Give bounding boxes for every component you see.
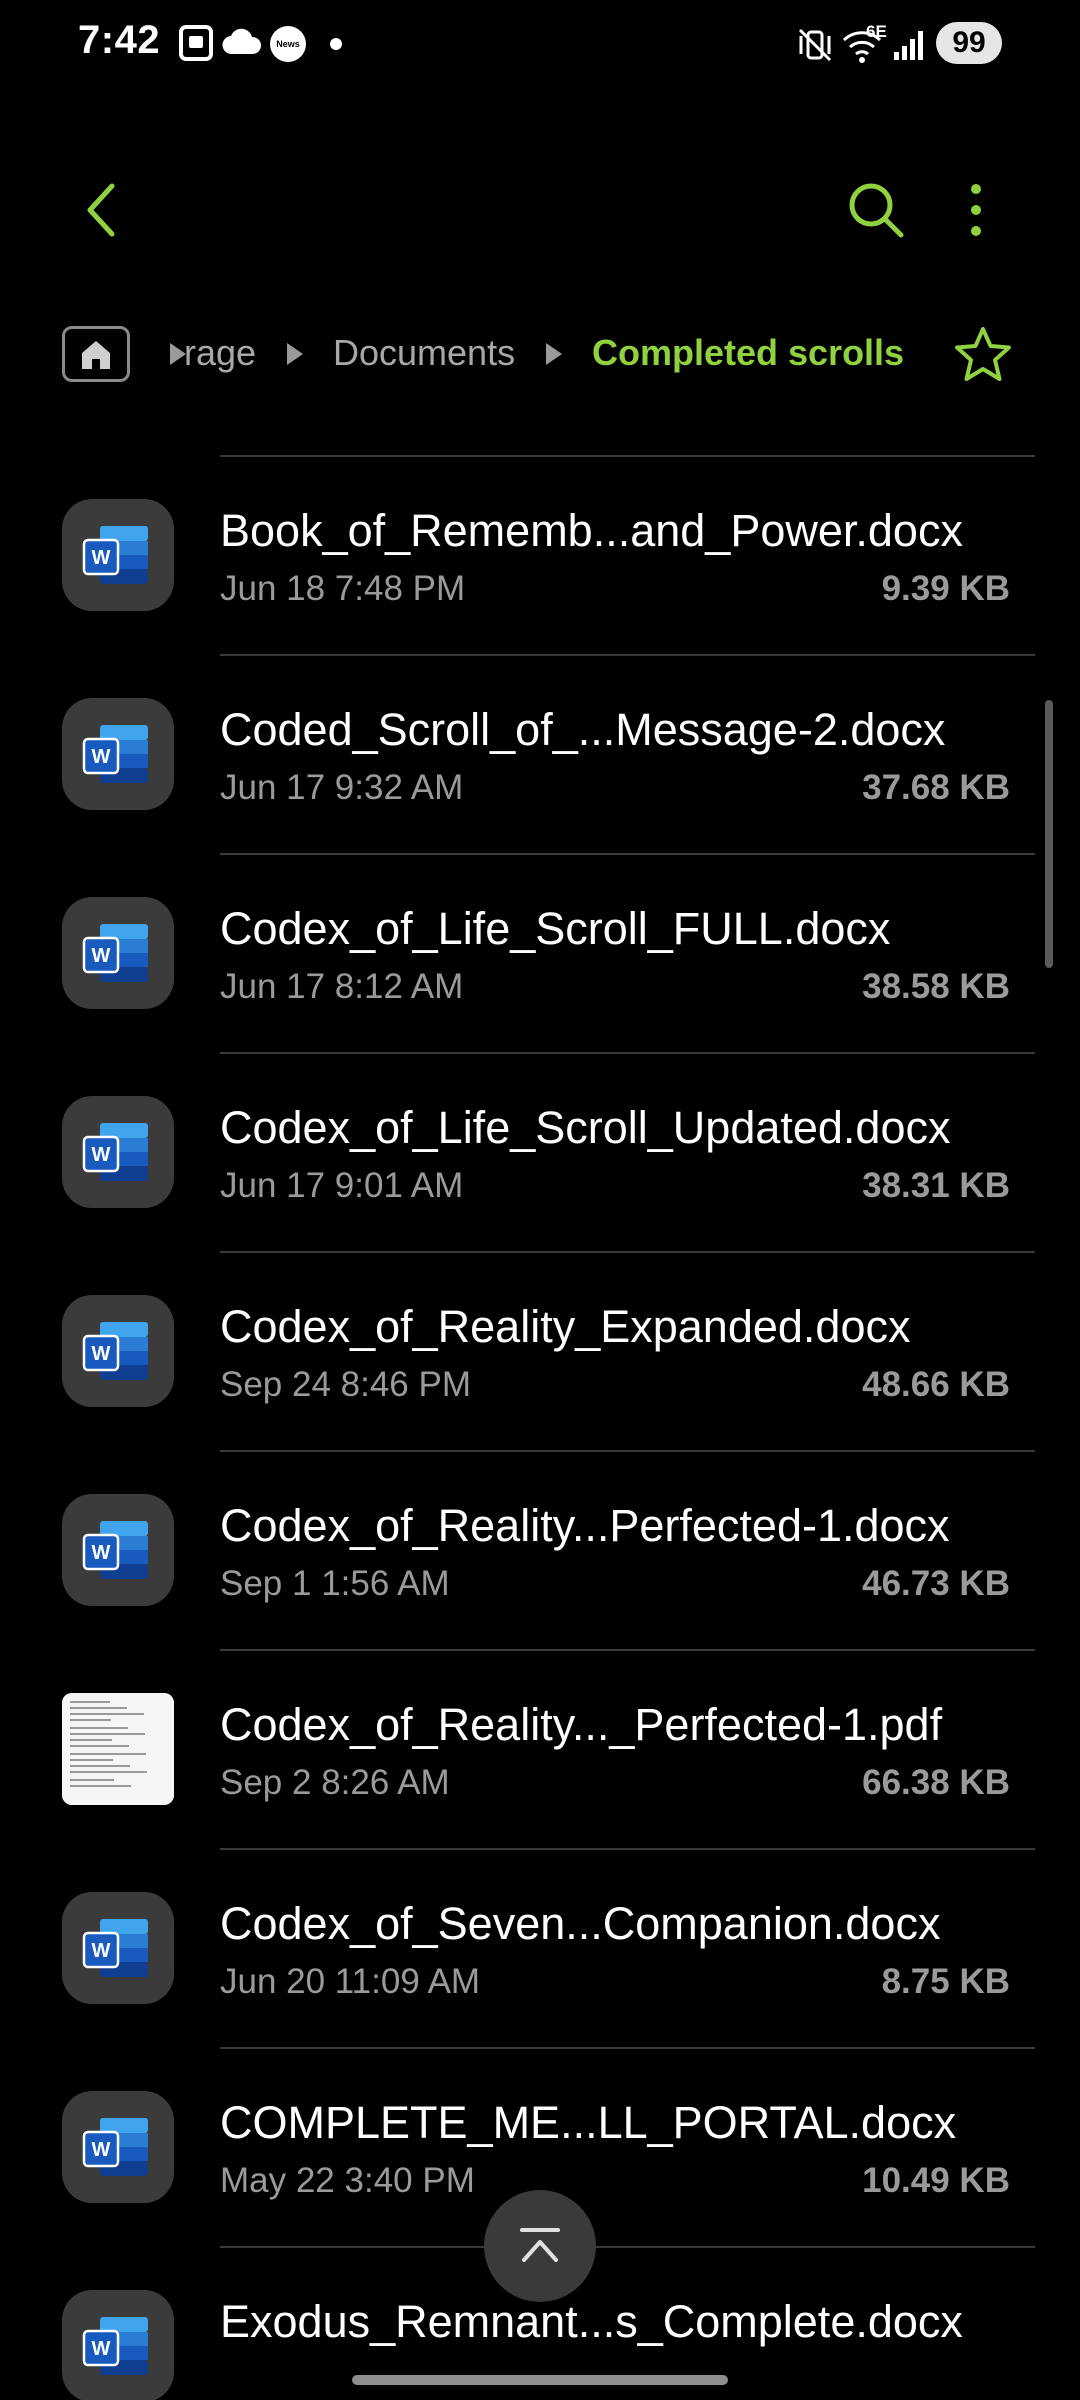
word-doc-icon: W [62,1096,174,1208]
star-icon [955,327,1011,381]
file-row[interactable]: W Codex_of_Reality_Expanded.docx Sep 24 8:… [0,1253,1080,1452]
file-name: Codex_of_Seven...Companion.docx [220,1898,941,1949]
vibrate-mute-icon [798,28,832,62]
file-name: Codex_of_Reality_Expanded.docx [220,1301,911,1352]
screenshot-icon [179,25,213,61]
svg-text:W: W [92,746,111,768]
scroll-to-top-button[interactable] [484,2190,596,2302]
breadcrumb-arrow-icon [546,343,562,365]
file-size: 8.75 KB [881,1962,1010,2001]
cloud-icon [222,28,262,55]
word-doc-icon: W [62,1892,174,2004]
word-doc-icon: W [62,499,174,611]
file-size: 10.49 KB [862,2161,1010,2200]
favorite-button[interactable] [952,324,1022,394]
word-doc-icon: W [62,2091,174,2203]
file-row[interactable]: Codex_of_Reality..._Perfected-1.pdf Sep 2… [0,1651,1080,1850]
file-size: 46.73 KB [862,1564,1010,1603]
breadcrumb-segment-storage[interactable]: rage [184,332,256,374]
status-bar: 7:42 News 6E 99 [0,0,1080,90]
more-vertical-icon [971,184,981,236]
file-size: 66.38 KB [862,1763,1010,1802]
more-options-button[interactable] [946,170,1006,250]
home-button[interactable] [62,326,130,382]
file-name: Coded_Scroll_of_...Message-2.docx [220,704,946,755]
home-indicator[interactable] [352,2375,728,2385]
svg-text:W: W [92,1343,111,1365]
word-doc-icon: W [62,897,174,1009]
file-row[interactable]: W Codex_of_Reality...Perfected-1.docx Sep … [0,1452,1080,1651]
file-size: 9.39 KB [881,569,1010,608]
svg-text:W: W [92,2338,111,2360]
word-doc-icon: W [62,1494,174,1606]
word-doc-icon: W [62,2290,174,2400]
file-row[interactable]: W Codex_of_Life_Scroll_FULL.docx Jun 17 8:… [0,855,1080,1054]
svg-text:W: W [92,945,111,967]
file-row[interactable]: W Book_of_Rememb...and_Power.docx Jun 18 7… [0,457,1080,656]
file-date: Jun 17 8:12 AM [220,967,464,1006]
file-row[interactable]: W Codex_of_Life_Scroll_Updated.docx Jun 17… [0,1054,1080,1253]
file-name: Book_of_Rememb...and_Power.docx [220,505,963,556]
search-icon [849,183,904,238]
file-name: COMPLETE_ME...LL_PORTAL.docx [220,2097,957,2148]
search-button[interactable] [836,170,916,250]
file-date: Jun 20 11:09 AM [220,1962,481,2001]
svg-text:W: W [92,1542,111,1564]
back-button[interactable] [60,170,140,250]
file-size: 38.58 KB [862,967,1010,1006]
svg-text:W: W [92,2139,111,2161]
scrollbar[interactable] [1045,700,1053,968]
chevron-left-icon [87,183,115,237]
news-icon-label: News [276,39,300,49]
word-doc-icon: W [62,1295,174,1407]
breadcrumb-segment-documents[interactable]: Documents [333,332,515,374]
file-name: Codex_of_Life_Scroll_FULL.docx [220,903,891,954]
network-type-label: 6E [866,22,887,41]
file-date: Jun 17 9:01 AM [220,1166,464,1205]
file-date: Sep 24 8:46 PM [220,1365,471,1404]
file-size: 37.68 KB [862,768,1010,807]
notification-dot-icon [330,38,342,50]
file-row[interactable]: W Codex_of_Seven...Companion.docx Jun 20 1… [0,1850,1080,2049]
home-icon [82,341,110,369]
file-name: Exodus_Remnant...s_Complete.docx [220,2296,963,2347]
file-name: Codex_of_Life_Scroll_Updated.docx [220,1102,951,1153]
pdf-thumbnail [62,1693,174,1805]
svg-text:W: W [92,547,111,569]
file-size: 48.66 KB [862,1365,1010,1404]
file-date: May 22 3:40 PM [220,2161,475,2200]
svg-text:W: W [92,1940,111,1962]
file-date: Sep 1 1:56 AM [220,1564,450,1603]
news-icon: News [270,26,306,62]
svg-text:W: W [92,1144,111,1166]
file-name: Codex_of_Reality..._Perfected-1.pdf [220,1699,943,1750]
file-date: Jun 18 7:48 PM [220,569,466,608]
file-name: Codex_of_Reality...Perfected-1.docx [220,1500,950,1551]
file-row[interactable]: W Coded_Scroll_of_...Message-2.docx Jun 17… [0,656,1080,855]
scroll-to-top-icon [520,2228,560,2262]
breadcrumb-segment-current: Completed scrolls [592,332,905,373]
file-date: Sep 2 8:26 AM [220,1763,450,1802]
file-size: 38.31 KB [862,1166,1010,1205]
signal-icon [894,31,923,60]
status-time: 7:42 [78,18,161,62]
screen: 7:42 News 6E 99 rage Documents Completed… [0,0,1080,2400]
breadcrumb-arrow-icon [287,343,303,365]
battery-indicator: 99 [936,22,1002,64]
file-date: Jun 17 9:32 AM [220,768,464,807]
word-doc-icon: W [62,698,174,810]
breadcrumb: rage Documents Completed scrolls [0,310,1080,410]
